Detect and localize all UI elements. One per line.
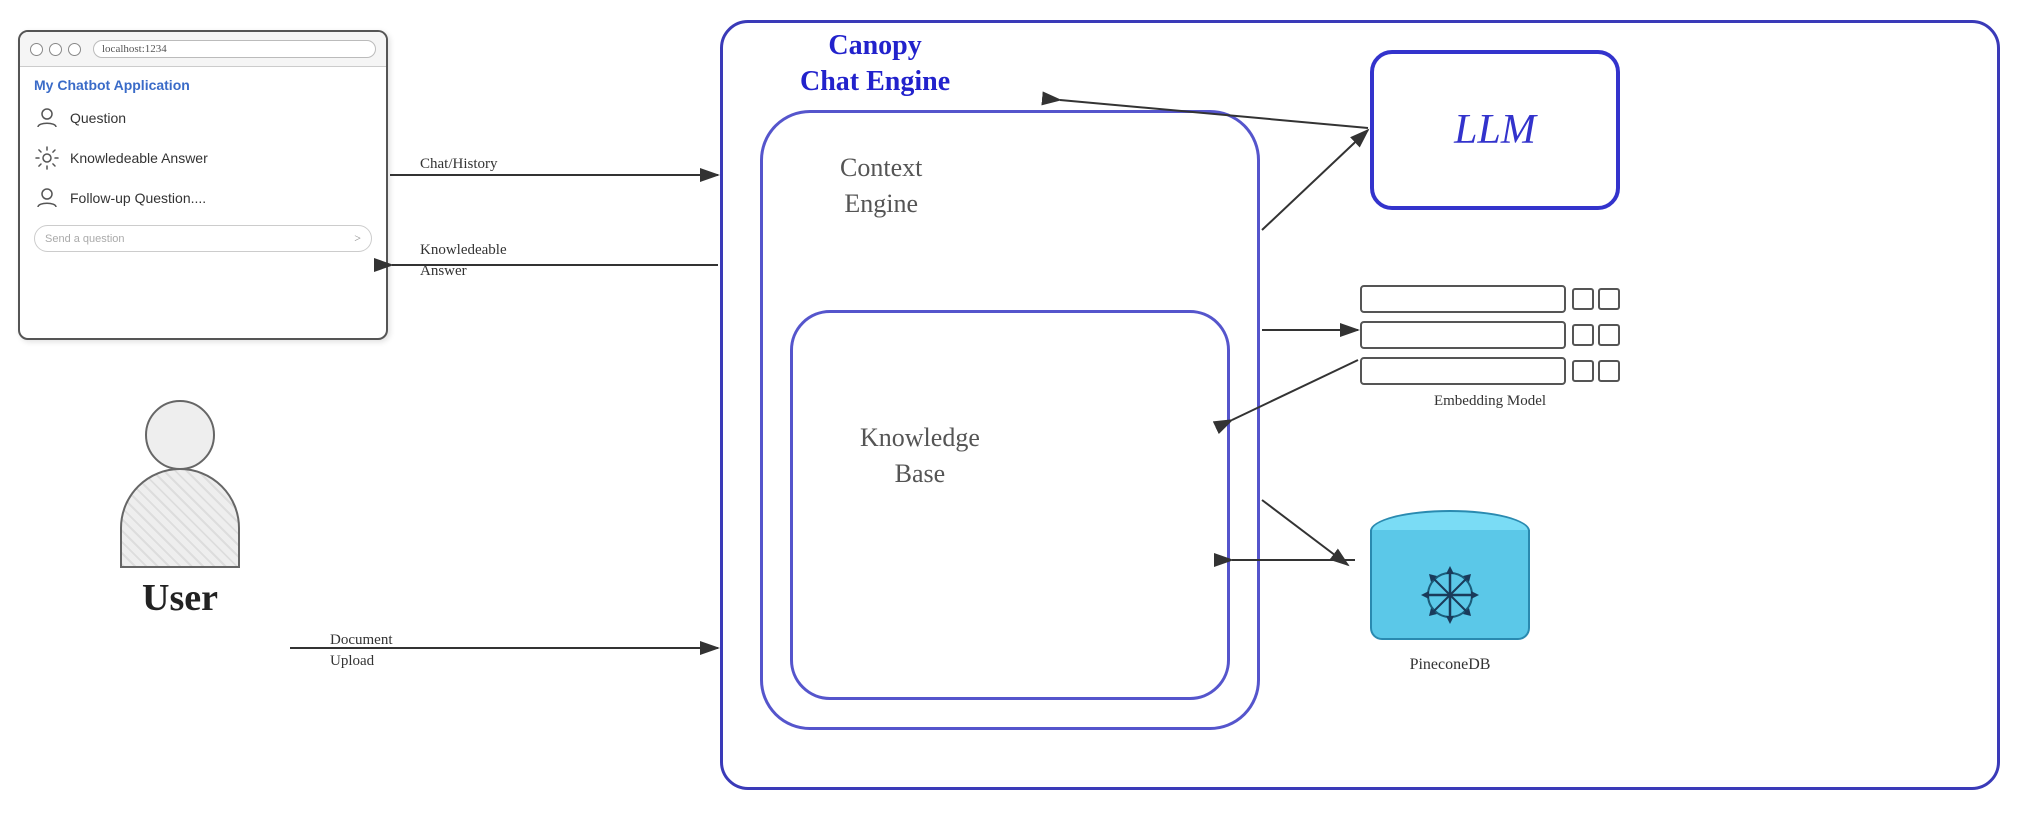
embed-bar-2: [1360, 321, 1566, 349]
knowledge-base-label: Knowledge Base: [860, 420, 980, 493]
document-upload-arrow-label: DocumentUpload: [330, 630, 392, 672]
knowledgeable-answer-arrow-label: KnowledeableAnswer: [420, 240, 507, 282]
browser-dot-1: [30, 43, 43, 56]
browser-dot-2: [49, 43, 62, 56]
chat-item-question: Question: [34, 105, 372, 131]
embed-sq-2a: [1572, 324, 1594, 346]
user-label: User: [120, 576, 240, 620]
embed-sq-2b: [1598, 324, 1620, 346]
chat-input-placeholder: Send a question: [45, 233, 354, 245]
embed-bar-3: [1360, 357, 1566, 385]
embed-sq-3b: [1598, 360, 1620, 382]
embed-sq-3a: [1572, 360, 1594, 382]
context-engine-label: Context Engine: [840, 150, 922, 223]
pinecone-label: PineconeDB: [1350, 656, 1550, 674]
browser-titlebar: localhost:1234: [20, 32, 386, 67]
browser-dot-3: [68, 43, 81, 56]
browser-window: localhost:1234 My Chatbot Application Qu…: [18, 30, 388, 340]
question-label: Question: [70, 110, 126, 126]
embed-row-3: [1360, 357, 1620, 385]
embed-sq-1b: [1598, 288, 1620, 310]
user-figure: User: [120, 400, 240, 620]
browser-url[interactable]: localhost:1234: [93, 40, 376, 58]
embedding-model-label: Embedding Model: [1360, 393, 1620, 410]
pinecone-group: PineconeDB: [1350, 510, 1550, 674]
chat-history-arrow-label: Chat/History: [420, 155, 498, 175]
embed-squares-2: [1572, 324, 1620, 346]
pinecone-icon: [1372, 560, 1528, 640]
person-icon-followup: [34, 185, 60, 211]
embed-squares-1: [1572, 288, 1620, 310]
knowledgeable-answer-label: Knowledeable Answer: [70, 150, 208, 166]
followup-label: Follow-up Question....: [70, 190, 206, 206]
user-head: [145, 400, 215, 470]
llm-box: LLM: [1370, 50, 1620, 210]
browser-body: My Chatbot Application Question Knowlede…: [20, 67, 386, 262]
embed-bar-1: [1360, 285, 1566, 313]
chat-input-row[interactable]: Send a question >: [34, 225, 372, 252]
user-body: [120, 468, 240, 568]
pinecone-cylinder: [1370, 510, 1530, 650]
app-title: My Chatbot Application: [34, 77, 372, 93]
cylinder-body: [1370, 530, 1530, 640]
embedding-model-group: Embedding Model: [1360, 285, 1620, 410]
chat-item-followup: Follow-up Question....: [34, 185, 372, 211]
embed-row-2: [1360, 321, 1620, 349]
llm-label: LLM: [1454, 106, 1536, 154]
chat-item-answer: Knowledeable Answer: [34, 145, 372, 171]
gear-icon-answer: [34, 145, 60, 171]
canopy-chat-engine-label: Canopy Chat Engine: [800, 28, 950, 101]
embed-sq-1a: [1572, 288, 1594, 310]
person-icon-question: [34, 105, 60, 131]
embed-row-1: [1360, 285, 1620, 313]
knowledge-base-box: [790, 310, 1230, 700]
send-button[interactable]: >: [354, 231, 361, 246]
embed-squares-3: [1572, 360, 1620, 382]
